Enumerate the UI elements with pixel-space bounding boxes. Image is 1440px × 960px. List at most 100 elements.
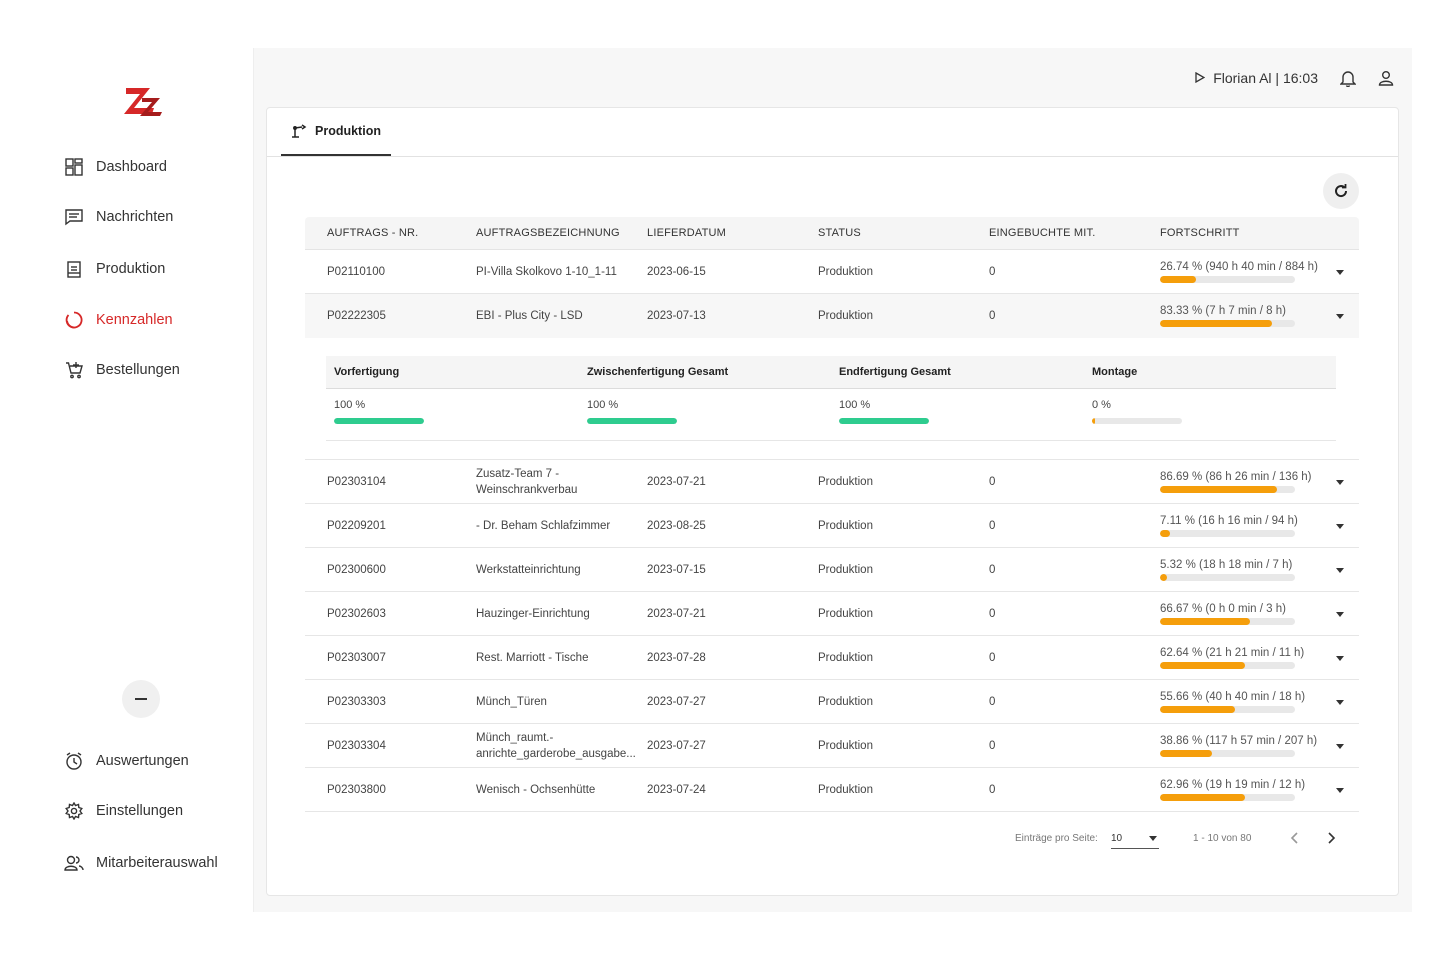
cell-fortschritt: 62.96 % (19 h 19 min / 12 h) — [1160, 779, 1330, 801]
sidebar: Dashboard Nachrichten Produktion Kennzah… — [48, 48, 253, 912]
table-row[interactable]: P02222305 EBI - Plus City - LSD 2023-07-… — [305, 294, 1359, 338]
sidebar-item-produktion[interactable]: Produktion — [64, 255, 165, 283]
per-page-label: Einträge pro Seite: — [1015, 833, 1098, 844]
minus-icon — [135, 698, 147, 700]
chevron-down-icon — [1336, 269, 1344, 275]
progress-text: 83.33 % (7 h 7 min / 8 h) — [1160, 305, 1286, 317]
cell-mitarbeiter: 0 — [989, 783, 996, 796]
header-mitarbeiter[interactable]: EINGEBUCHTE MIT. — [989, 227, 1096, 239]
progress-bar — [1160, 617, 1295, 625]
table-row[interactable]: P02303304 Münch_raumt.-anrichte_garderob… — [305, 724, 1359, 768]
cell-mitarbeiter: 0 — [989, 739, 996, 752]
tab-divider — [267, 156, 1398, 157]
progress-text: 38.86 % (117 h 57 min / 207 h) — [1160, 734, 1318, 747]
detail-header: Montage — [1092, 366, 1138, 378]
header-fortschritt[interactable]: FORTSCHRITT — [1160, 227, 1330, 239]
expand-row-button[interactable] — [1336, 696, 1344, 708]
expand-row-button[interactable] — [1336, 266, 1344, 278]
cell-nr: P02303104 — [327, 475, 386, 488]
table-row[interactable]: P02303303 Münch_Türen 2023-07-27 Produkt… — [305, 680, 1359, 724]
cell-bezeichnung: Wenisch - Ochsenhütte — [476, 783, 596, 796]
expand-row-button[interactable] — [1336, 310, 1344, 322]
expand-row-button[interactable] — [1336, 784, 1344, 796]
cell-nr: P02302603 — [327, 607, 386, 620]
expand-row-button[interactable] — [1336, 740, 1344, 752]
table-row[interactable]: P02110100 PI-Villa Skolkovo 1-10_1-11 20… — [305, 250, 1359, 294]
cell-status: Produktion — [818, 607, 873, 620]
cell-nr: P02300600 — [327, 563, 386, 576]
progress-bar — [1160, 793, 1295, 801]
header-nr[interactable]: AUFTRAGS - NR. — [327, 227, 418, 239]
expand-row-button[interactable] — [1336, 652, 1344, 664]
clock-icon — [64, 751, 84, 771]
expand-row-button[interactable] — [1336, 564, 1344, 576]
cell-status: Produktion — [818, 695, 873, 708]
sidebar-item-nachrichten[interactable]: Nachrichten — [64, 203, 173, 231]
dashboard-icon — [64, 157, 84, 177]
play-icon[interactable] — [1195, 70, 1206, 86]
cell-lieferdatum: 2023-07-15 — [647, 563, 706, 576]
table-row[interactable]: P02303104 Zusatz-Team 7 - Weinschrankver… — [305, 460, 1359, 504]
tab-produktion[interactable]: Produktion — [281, 108, 391, 156]
table-row[interactable]: P02303800 Wenisch - Ochsenhütte 2023-07-… — [305, 768, 1359, 812]
progress-bar — [1160, 485, 1295, 493]
tab-label: Produktion — [315, 124, 381, 138]
expand-row-button[interactable] — [1336, 476, 1344, 488]
orders-table: AUFTRAGS - NR. AUFTRAGSBEZEICHNUNG LIEFE… — [305, 217, 1359, 849]
detail-progress-fill — [334, 418, 424, 424]
header-status[interactable]: STATUS — [818, 227, 861, 239]
expand-row-button[interactable] — [1336, 520, 1344, 532]
progress-bar — [1160, 749, 1295, 757]
chevron-down-icon — [1149, 836, 1157, 841]
sidebar-item-label: Nachrichten — [96, 209, 174, 225]
user-session-label: Florian Al | 16:03 — [1213, 70, 1318, 86]
expand-row-button[interactable] — [1336, 608, 1344, 620]
cell-lieferdatum: 2023-07-21 — [647, 607, 706, 620]
detail-value: 100 % — [334, 399, 366, 411]
detail-cell: 100 % — [587, 399, 677, 424]
sidebar-item-dashboard[interactable]: Dashboard — [64, 153, 167, 181]
chevron-down-icon — [1336, 611, 1344, 617]
chevron-down-icon — [1336, 479, 1344, 485]
user-icon[interactable] — [1378, 70, 1394, 86]
progress-text: 62.64 % (21 h 21 min / 11 h) — [1160, 646, 1305, 659]
next-page-button[interactable] — [1321, 828, 1341, 848]
cell-status: Produktion — [818, 310, 873, 322]
prev-page-button[interactable] — [1285, 828, 1305, 848]
cell-fortschritt: 66.67 % (0 h 0 min / 3 h) — [1160, 603, 1330, 625]
app: Dashboard Nachrichten Produktion Kennzah… — [48, 48, 1412, 912]
cell-bezeichnung: Zusatz-Team 7 - Weinschrankverbau — [476, 467, 578, 496]
cell-mitarbeiter: 0 — [989, 607, 996, 620]
refresh-button[interactable] — [1323, 173, 1359, 209]
cell-mitarbeiter: 0 — [989, 265, 996, 278]
header-lieferdatum[interactable]: LIEFERDATUM — [647, 227, 726, 239]
cell-fortschritt: 55.66 % (40 h 40 min / 18 h) — [1160, 691, 1330, 713]
progress-fill — [1160, 705, 1236, 713]
table-row[interactable]: P02303007 Rest. Marriott - Tische 2023-0… — [305, 636, 1359, 680]
sidebar-collapse-button[interactable] — [122, 680, 160, 718]
bell-icon[interactable] — [1340, 69, 1356, 87]
cell-nr: P02303304 — [327, 739, 386, 752]
cell-mitarbeiter: 0 — [989, 475, 996, 488]
sidebar-item-kennzahlen[interactable]: Kennzahlen — [64, 306, 173, 334]
table-row[interactable]: P02209201 - Dr. Beham Schlafzimmer 2023-… — [305, 504, 1359, 548]
header-bezeichnung[interactable]: AUFTRAGSBEZEICHNUNG — [476, 225, 646, 241]
table-body: P02110100 PI-Villa Skolkovo 1-10_1-11 20… — [305, 250, 1359, 812]
chevron-down-icon — [1336, 314, 1344, 319]
sidebar-item-mitarbeiterauswahl[interactable]: Mitarbeiterauswahl — [64, 849, 218, 877]
cell-mitarbeiter: 0 — [989, 310, 996, 322]
sidebar-item-bestellungen[interactable]: Bestellungen — [64, 356, 180, 384]
progress-fill — [1160, 275, 1197, 283]
chevron-right-icon — [1328, 832, 1336, 844]
gear-icon — [64, 801, 84, 821]
cell-bezeichnung: Rest. Marriott - Tische — [476, 651, 589, 664]
cell-fortschritt: 86.69 % (86 h 26 min / 136 h) — [1160, 471, 1330, 493]
table-row[interactable]: P02300600 Werkstatteinrichtung 2023-07-1… — [305, 548, 1359, 592]
cell-fortschritt: 83.33 % (7 h 7 min / 8 h) — [1160, 305, 1330, 327]
sidebar-item-auswertungen[interactable]: Auswertungen — [64, 747, 189, 775]
table-row[interactable]: P02302603 Hauzinger-Einrichtung 2023-07-… — [305, 592, 1359, 636]
per-page-select[interactable]: 10 — [1111, 829, 1159, 849]
sidebar-item-einstellungen[interactable]: Einstellungen — [64, 797, 183, 825]
content-card: Produktion AUFTRAGS - NR. AUFTRAGSBEZEIC… — [266, 107, 1399, 896]
progress-text: 86.69 % (86 h 26 min / 136 h) — [1160, 470, 1312, 483]
